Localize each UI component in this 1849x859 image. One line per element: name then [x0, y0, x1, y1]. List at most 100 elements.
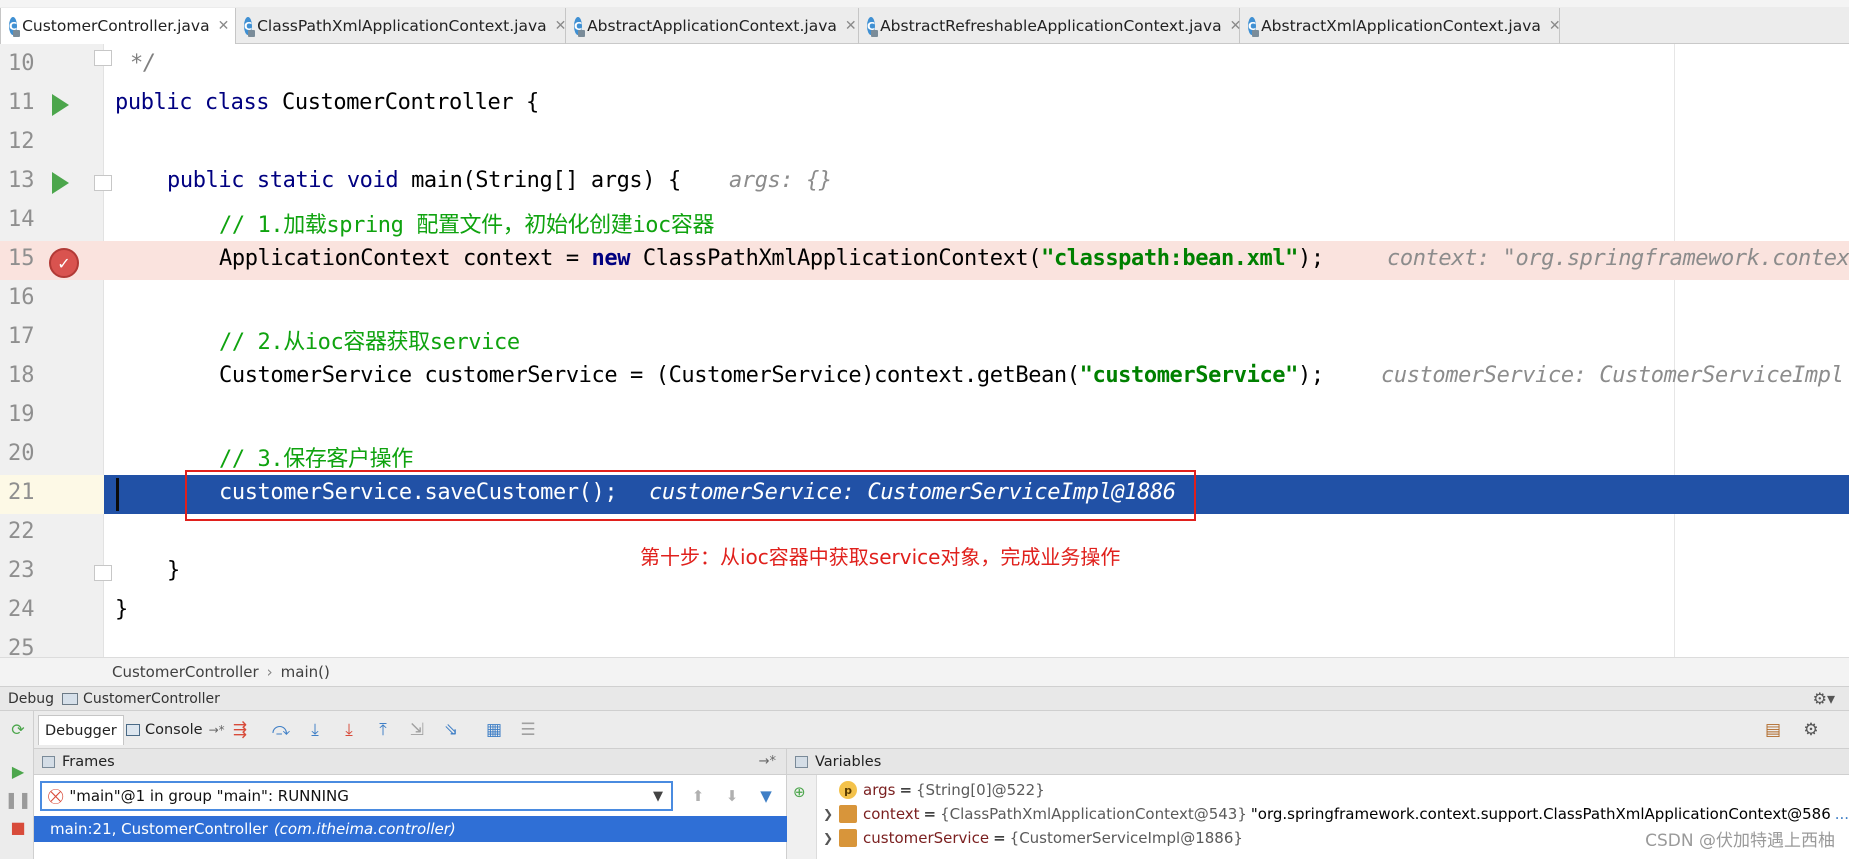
gear-icon[interactable]: ⚙▾: [1813, 689, 1835, 708]
evaluate-expression-icon[interactable]: ▦: [483, 720, 505, 740]
line-number: 20: [8, 441, 35, 466]
tab-abstract-refreshable-application-context[interactable]: C AbstractRefreshableApplicationContext.…: [859, 8, 1241, 44]
variable-row-args[interactable]: p args = {String[0]@522}: [823, 778, 1045, 802]
variable-name: context: [863, 805, 920, 823]
frame-package: (com.itheima.controller): [273, 820, 456, 838]
filter-icon[interactable]: ▼: [754, 785, 778, 807]
code-comment: // 2.从ioc容器获取service: [219, 330, 520, 355]
code-text: }: [115, 597, 128, 622]
line-number: 19: [8, 402, 35, 427]
fold-marker-icon[interactable]: [94, 50, 112, 66]
close-icon[interactable]: ✕: [845, 18, 857, 34]
tab-customer-controller[interactable]: C CustomerController.java ✕: [0, 8, 236, 44]
variable-row-context[interactable]: ❯ context = {ClassPathXmlApplicationCont…: [823, 802, 1849, 826]
variables-panel-header: Variables: [787, 749, 1849, 775]
debug-toolbar: Debugger Console →* ⇶ ⤼ ⤓ ⤓ ⤒ ⇲ ⇘ ▦ ☰ ▤ …: [0, 711, 1849, 749]
variable-name: args: [863, 781, 896, 799]
debug-tool-window-header: Debug CustomerController ⚙▾: [0, 687, 1849, 711]
close-icon[interactable]: ✕: [555, 18, 567, 34]
debug-action-strip: ⟳ ▶ ❚❚ ■: [0, 711, 34, 859]
tab-abstract-xml-application-context[interactable]: C AbstractXmlApplicationContext.java ✕: [1240, 8, 1561, 44]
debug-config-name[interactable]: CustomerController: [83, 691, 220, 707]
pause-icon[interactable]: ❚❚: [5, 789, 32, 809]
breadcrumb-class[interactable]: CustomerController: [112, 663, 259, 681]
line-number: 11: [8, 90, 35, 115]
rerun-icon[interactable]: ⟳: [8, 719, 28, 739]
code-line-18[interactable]: 18 CustomerService customerService = (Cu…: [0, 358, 1849, 397]
code-line-12[interactable]: 12: [0, 124, 1849, 163]
force-step-into-icon[interactable]: ⤓: [338, 720, 360, 740]
text-caret: [116, 478, 119, 511]
thread-selector[interactable]: ⛒ "main"@1 in group "main": RUNNING ▼: [40, 781, 673, 811]
view-link[interactable]: ... Vie: [1835, 805, 1849, 823]
run-gutter-icon[interactable]: [52, 172, 69, 194]
code-segment: );: [1298, 363, 1324, 388]
tab-abstract-application-context[interactable]: C AbstractApplicationContext.java ✕: [566, 8, 859, 44]
step-into-icon[interactable]: ⤓: [304, 720, 326, 740]
field-icon: [839, 829, 857, 847]
java-class-icon: C: [244, 17, 256, 37]
thread-label: "main"@1 in group "main": RUNNING: [69, 787, 349, 805]
close-icon[interactable]: ✕: [218, 18, 230, 34]
close-icon[interactable]: ✕: [1549, 18, 1561, 34]
add-watch-icon[interactable]: ⊕: [793, 783, 806, 801]
code-line-14[interactable]: 14 // 1.加载spring 配置文件，初始化创建ioc容器: [0, 202, 1849, 241]
breadcrumb-method[interactable]: main(): [281, 663, 330, 681]
stop-icon[interactable]: ■: [8, 817, 28, 837]
inline-debug-hint: customerService: CustomerServiceImpl: [1381, 363, 1844, 388]
restore-layout-icon[interactable]: ▤: [1762, 720, 1784, 740]
stack-frame-row[interactable]: main:21, CustomerController (com.itheima…: [34, 816, 787, 842]
inline-debug-hint: context: "org.springframework.contex: [1387, 246, 1849, 271]
pin-icon[interactable]: →*: [759, 754, 776, 769]
code-editor[interactable]: 10 */ 11 public class CustomerController…: [0, 44, 1849, 657]
variable-row-customer-service[interactable]: ❯ customerService = {CustomerServiceImpl…: [823, 826, 1243, 850]
settings-icon[interactable]: ⚙: [1800, 720, 1822, 740]
field-icon: [839, 805, 857, 823]
code-line-15[interactable]: 15 ✓ ApplicationContext context = new Cl…: [0, 241, 1849, 280]
arrow-up-icon[interactable]: ⬆: [686, 785, 710, 807]
console-icon: [126, 724, 140, 736]
run-gutter-icon[interactable]: [52, 94, 69, 116]
line-number: 18: [8, 363, 35, 388]
line-number: 13: [8, 168, 35, 193]
fold-marker-icon[interactable]: [94, 175, 112, 191]
tab-console[interactable]: Console →*: [120, 715, 231, 745]
fold-marker-icon[interactable]: [94, 565, 112, 581]
watermark: CSDN @伏加特遇上西柚: [1645, 826, 1835, 851]
chevron-right-icon[interactable]: ❯: [823, 807, 839, 821]
tab-classpath-xml-application-context[interactable]: C ClassPathXmlApplicationContext.java ✕: [236, 8, 566, 44]
code-line-13[interactable]: 13 public static void main(String[] args…: [0, 163, 1849, 202]
code-line-19[interactable]: 19: [0, 397, 1849, 436]
line-number: 14: [8, 207, 35, 232]
code-line-11[interactable]: 11 public class CustomerController {: [0, 85, 1849, 124]
chevron-right-icon[interactable]: ❯: [823, 831, 839, 845]
code-line-24[interactable]: 24 }: [0, 592, 1849, 631]
code-line-17[interactable]: 17 // 2.从ioc容器获取service: [0, 319, 1849, 358]
resume-icon[interactable]: ▶: [8, 761, 28, 781]
line-number: 12: [8, 129, 35, 154]
tabbar-top-strip: [0, 0, 1849, 7]
thread-status-icon: ⛒: [48, 787, 64, 805]
breakpoint-icon[interactable]: ✓: [49, 248, 79, 278]
code-line-25[interactable]: 25: [0, 631, 1849, 657]
code-line-16[interactable]: 16: [0, 280, 1849, 319]
code-text: */: [130, 51, 156, 76]
step-over-icon[interactable]: ⤼: [270, 720, 292, 740]
code-line-10[interactable]: 10 */: [0, 46, 1849, 85]
java-class-icon: C: [867, 17, 879, 37]
drop-frame-icon[interactable]: ⇲: [406, 720, 428, 740]
equals-sign: =: [899, 781, 913, 799]
step-out-icon[interactable]: ⤒: [372, 720, 394, 740]
string-literal: "customerService": [1079, 363, 1299, 388]
line-number: 25: [8, 636, 35, 657]
arrow-down-icon[interactable]: ⬇: [720, 785, 744, 807]
show-execution-point-icon[interactable]: ⇶: [229, 720, 251, 740]
trace-stream-icon[interactable]: ☰: [517, 720, 539, 740]
tab-debugger[interactable]: Debugger: [38, 715, 124, 745]
variable-value: "org.springframework.context.support.Cla…: [1250, 805, 1831, 823]
equals-sign: =: [923, 805, 937, 823]
equals-sign: =: [993, 829, 1006, 847]
variable-name: customerService: [863, 829, 990, 847]
run-to-cursor-icon[interactable]: ⇘: [440, 720, 462, 740]
tab-label: CustomerController.java: [22, 17, 210, 35]
